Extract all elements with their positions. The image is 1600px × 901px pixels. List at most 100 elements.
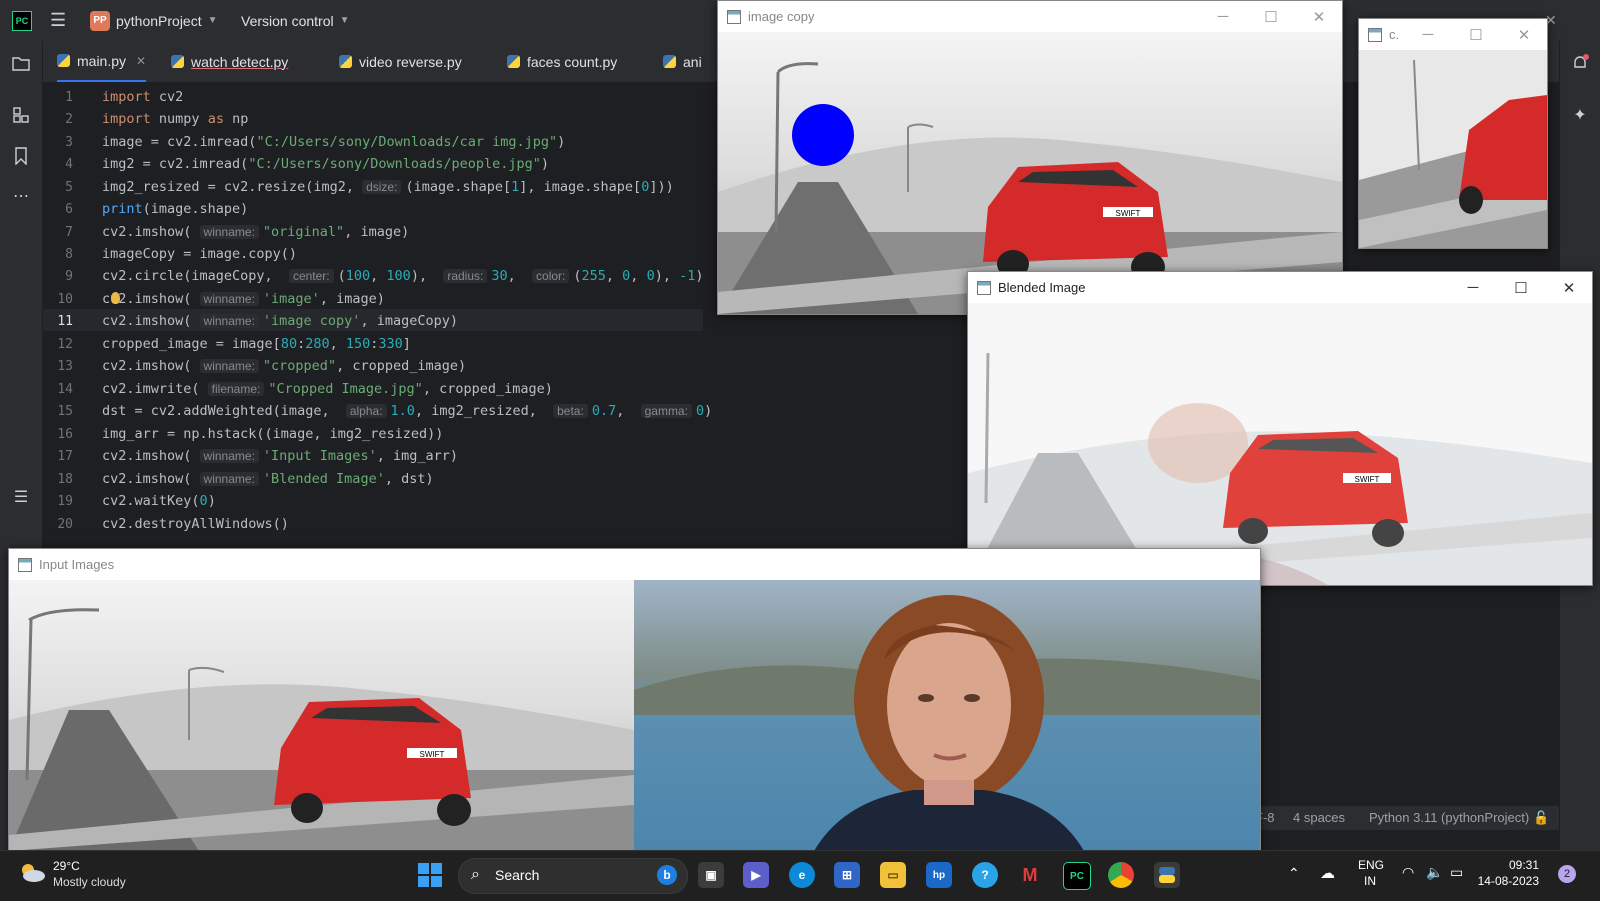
notification-count-badge[interactable]: 2 [1558,865,1576,883]
python-file-icon [171,55,184,68]
code-line-17: cv2.imshow( winname: 'Input Images', img_… [102,448,458,464]
window-title-bar[interactable]: Input Images [9,549,1260,580]
language-indicator-top[interactable]: ENG [1358,858,1384,872]
task-view-icon[interactable]: ▣ [698,862,724,888]
search-icon: ⌕ [471,866,480,883]
line-number: 2 [65,112,73,127]
indent-setting[interactable]: 4 spaces [1293,806,1345,830]
clock-date[interactable]: 14-08-2023 [1475,874,1539,888]
blended-image-window: Blended Image ─ ☐ ✕ SWIFT [967,271,1593,586]
mcafee-icon[interactable]: M [1017,862,1043,888]
edge-icon[interactable]: e [789,862,815,888]
code-line-15: dst = cv2.addWeighted(image, alpha: 1.0, … [102,403,713,419]
close-icon[interactable]: ✕ [1296,1,1342,32]
code-line-5: img2_resized = cv2.resize(img2, dsize: (i… [102,179,674,195]
tab-faces-count[interactable]: faces count.py [507,41,617,82]
chevron-down-icon: ▼ [339,15,350,26]
code-line-14: cv2.imwrite( filename: "Cropped Image.jpg… [102,381,553,397]
tab-label: video reverse.py [359,53,462,70]
lightbulb-icon[interactable] [111,292,120,304]
clock-time[interactable]: 09:31 [1489,858,1539,872]
chevron-down-icon: ▼ [207,15,218,26]
speaker-muted-icon[interactable]: 🔈 [1426,864,1443,881]
weather-description[interactable]: Mostly cloudy [53,875,126,889]
line-number: 4 [65,157,73,172]
close-icon[interactable]: ✕ [136,54,146,68]
line-number: 7 [65,225,73,240]
code-line-9: cv2.circle(imageCopy, center: (100, 100),… [102,268,704,284]
python-taskbar-icon[interactable] [1154,862,1180,888]
minimize-icon[interactable]: ─ [1450,272,1496,303]
code-line-13: cv2.imshow( winname: "cropped", cropped_i… [102,358,467,374]
close-icon[interactable]: ✕ [1501,19,1547,50]
ai-assistant-icon[interactable]: ✦ [1570,105,1590,125]
tab-ani[interactable]: ani [663,41,702,82]
main-menu-icon[interactable]: ☰ [50,0,66,41]
update-assistant-icon[interactable]: ? [972,862,998,888]
project-badge: PP [90,10,110,31]
minimize-icon[interactable]: ─ [1200,1,1246,32]
microsoft-store-icon[interactable]: ⊞ [834,862,860,888]
svg-text:SWIFT: SWIFT [1116,209,1141,218]
close-icon[interactable]: ✕ [1546,272,1592,303]
line-number: 9 [65,269,73,284]
line-number: 6 [65,202,73,217]
pycharm-icon: PC [12,10,32,31]
language-indicator-bottom[interactable]: IN [1364,874,1376,888]
input-images-window: Input Images SWIFT [8,548,1261,852]
window-title-bar[interactable]: image copy ─ ☐ ✕ [718,1,1342,32]
wifi-icon[interactable]: ◠ [1402,864,1414,881]
tab-video-reverse[interactable]: video reverse.py [339,41,462,82]
line-number: 12 [57,337,73,352]
chrome-icon[interactable] [1108,862,1134,888]
opencv-window-icon [977,280,991,295]
line-number: 18 [57,472,73,487]
notifications-icon[interactable] [1570,53,1590,73]
battery-icon[interactable]: ▭ [1450,864,1463,881]
maximize-icon[interactable]: ☐ [1498,272,1544,303]
opencv-window-icon [727,9,741,24]
bookmark-icon[interactable] [11,146,31,166]
python-file-icon [57,54,70,67]
weather-temperature[interactable]: 29°C [53,859,80,873]
code-line-6: print(image.shape) [102,201,249,217]
line-number: 17 [57,449,73,464]
line-number: 5 [65,180,73,195]
window-title-bar[interactable]: Blended Image ─ ☐ ✕ [968,272,1592,303]
windows-start-icon[interactable] [418,863,442,887]
project-folder-icon[interactable] [11,53,31,73]
maximize-icon[interactable]: ☐ [1453,19,1499,50]
maximize-icon[interactable]: ☐ [1248,1,1294,32]
window-title: c. [1389,27,1400,42]
minimize-icon[interactable]: ─ [1405,19,1451,50]
code-line-7: cv2.imshow( winname: "original", image) [102,224,410,240]
structure-icon[interactable] [11,105,31,125]
line-number: 16 [57,427,73,442]
myhp-icon[interactable]: hp [926,862,952,888]
teams-icon[interactable]: ▶ [743,862,769,888]
python-file-icon [339,55,352,68]
more-icon[interactable]: ⋯ [11,186,31,206]
window-title: Input Images [39,557,115,572]
pycharm-taskbar-icon[interactable]: PC [1063,862,1091,890]
window-title-bar[interactable]: c. ─ ☐ ✕ [1359,19,1547,50]
code-line-10: cv2.imshow( winname:'image', image) [102,291,385,307]
line-number: 15 [57,404,73,419]
onedrive-cloud-icon[interactable]: ☁ [1320,864,1335,882]
project-selector[interactable]: PP pythonProject ▼ [90,0,218,41]
tab-watch-detect[interactable]: watch detect.py [171,41,288,82]
python-interpreter[interactable]: Python 3.11 (pythonProject) [1369,806,1529,830]
todo-list-icon[interactable]: ☰ [11,487,31,507]
line-number: 13 [57,359,73,374]
tab-main-py[interactable]: main.py ✕ [57,41,147,82]
pycharm-logo[interactable]: PC [12,0,32,41]
code-line-11: cv2.imshow( winname:'image copy', imageC… [102,313,458,329]
bing-icon[interactable]: b [657,865,677,885]
version-control-menu[interactable]: Version control ▼ [241,0,350,41]
weather-icon[interactable] [18,861,46,883]
file-explorer-icon[interactable]: ▭ [880,862,906,888]
show-hidden-icons-chevron-up-icon[interactable]: ⌃ [1288,865,1300,882]
taskbar-search-box[interactable]: ⌕ Search b [458,858,688,894]
svg-text:SWIFT: SWIFT [420,750,445,759]
lock-icon[interactable]: 🔓 [1533,806,1549,830]
